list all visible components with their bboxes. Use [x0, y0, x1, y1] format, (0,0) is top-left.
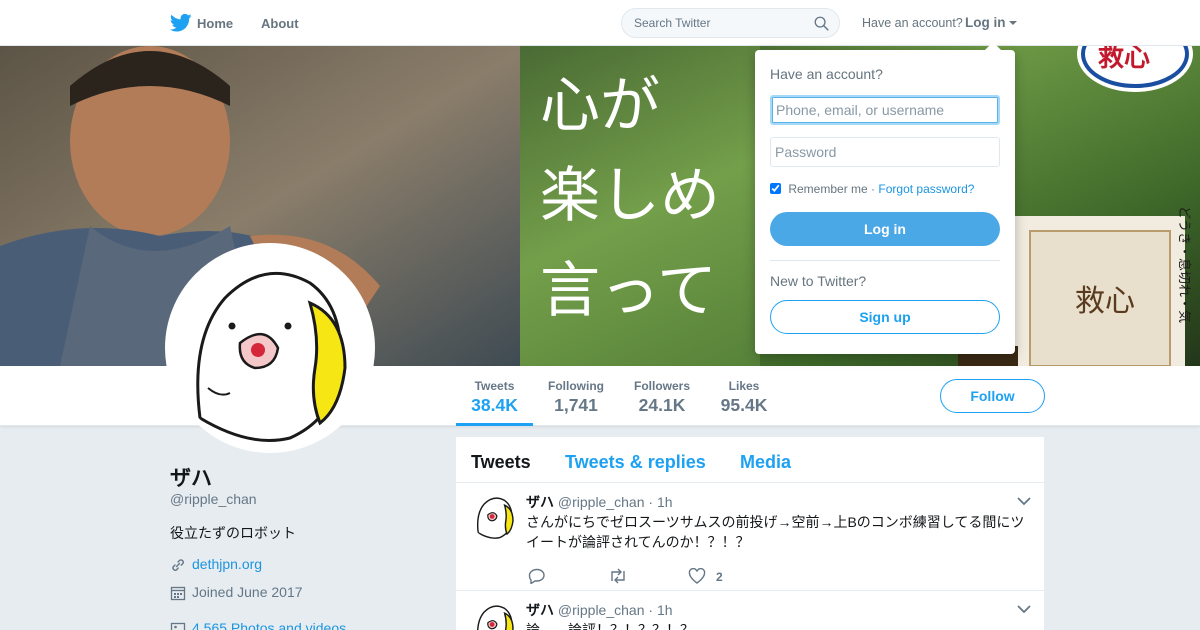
login-button[interactable]: Log in: [770, 212, 1000, 246]
forgot-password-link[interactable]: Forgot password?: [878, 182, 974, 196]
stat-value: 24.1K: [638, 395, 686, 415]
search-input[interactable]: [622, 9, 802, 37]
login-toggle-label: Log in: [965, 15, 1006, 30]
timeline: Tweets Tweets & replies Media ザハ @ripple…: [456, 437, 1044, 630]
stat-value: 1,741: [554, 395, 598, 415]
timeline-tabs: Tweets Tweets & replies Media: [456, 437, 1044, 483]
stat-likes[interactable]: Likes 95.4K: [712, 366, 776, 426]
like-count: 2: [716, 570, 723, 584]
have-account-text: Have an account?: [862, 16, 963, 30]
tweet[interactable]: ザハ @ripple_chan · 1h 論……論評！？！？？！？: [456, 592, 1044, 630]
search-icon[interactable]: [814, 16, 829, 31]
calendar-icon: [170, 586, 186, 601]
tweet-author-name[interactable]: ザハ: [526, 494, 554, 510]
bird-avatar-image: [170, 248, 370, 448]
divider: [770, 260, 1000, 261]
bird-avatar-image: [471, 492, 519, 540]
nav-home-link[interactable]: Home: [197, 16, 233, 31]
banner-vertical-text: どうき・息切れ・気: [1176, 206, 1192, 323]
search-box: [621, 8, 840, 38]
new-to-twitter-text: New to Twitter?: [770, 273, 867, 289]
avatar[interactable]: [165, 243, 375, 453]
banner-badge-text: 救心: [1098, 46, 1150, 73]
remember-row: Remember me · Forgot password?: [770, 182, 974, 196]
tweet-time[interactable]: · 1h: [648, 602, 672, 618]
tweet-time[interactable]: · 1h: [648, 494, 672, 510]
reply-icon[interactable]: [528, 568, 546, 584]
chevron-down-icon[interactable]: [1017, 496, 1031, 506]
tweet-header: ザハ @ripple_chan · 1h: [526, 492, 673, 512]
photos-link[interactable]: 4,565 Photos and videos: [192, 620, 346, 630]
tweet-author-handle[interactable]: @ripple_chan: [558, 494, 645, 510]
profile-bio: 役立たずのロボット: [170, 525, 296, 541]
stat-value: 38.4K: [471, 395, 518, 415]
joined-date: Joined June 2017: [192, 584, 303, 600]
username-field[interactable]: [770, 95, 1000, 125]
tweet-header: ザハ @ripple_chan · 1h: [526, 600, 673, 620]
login-dropdown: Have an account? Remember me · Forgot pa…: [755, 42, 1015, 354]
top-nav: Home About Have an account? Log in: [0, 0, 1200, 46]
chevron-down-icon[interactable]: [1017, 604, 1031, 614]
tab-tweets[interactable]: Tweets: [471, 452, 531, 473]
banner-box-text: 救心: [1075, 284, 1135, 319]
password-field[interactable]: [770, 137, 1000, 167]
separator: ·: [871, 182, 876, 196]
profile-handle: @ripple_chan: [170, 491, 257, 507]
dropdown-title: Have an account?: [770, 66, 883, 82]
stat-following[interactable]: Following 1,741: [540, 366, 612, 426]
tweet-author-name[interactable]: ザハ: [526, 602, 554, 618]
tweet-avatar[interactable]: [471, 600, 519, 630]
stat-label: Likes: [728, 379, 760, 393]
nav-about-link[interactable]: About: [261, 16, 299, 31]
photo-icon: [170, 622, 186, 630]
stat-value: 95.4K: [720, 395, 768, 415]
remember-label[interactable]: Remember me: [788, 182, 867, 196]
signup-button[interactable]: Sign up: [770, 300, 1000, 334]
caret-down-icon: [1008, 21, 1017, 26]
stat-followers[interactable]: Followers 24.1K: [626, 366, 698, 426]
website-link[interactable]: dethjpn.org: [192, 556, 262, 572]
tweet[interactable]: ザハ @ripple_chan · 1h さんがにちでゼロスーツサムスの前投げ→…: [456, 484, 1044, 591]
tweet-text: 論……論評！？！？？！？: [526, 622, 694, 630]
dropdown-arrow: [985, 42, 1001, 50]
link-icon: [172, 559, 184, 571]
tab-media[interactable]: Media: [740, 452, 791, 473]
banner-text-line-1: 心が: [540, 71, 660, 141]
stat-tweets[interactable]: Tweets 38.4K: [456, 366, 533, 426]
stat-label: Followers: [633, 379, 690, 393]
follow-button[interactable]: Follow: [940, 379, 1045, 413]
tweet-author-handle[interactable]: @ripple_chan: [558, 602, 645, 618]
profile-name: ザハ: [170, 467, 212, 490]
remember-checkbox[interactable]: [770, 183, 781, 194]
twitter-bird-icon[interactable]: [170, 13, 192, 33]
bird-avatar-image: [471, 600, 519, 630]
login-dropdown-toggle[interactable]: Log in: [965, 15, 1017, 30]
tweet-avatar[interactable]: [471, 492, 519, 540]
stat-label: Tweets: [474, 379, 515, 393]
heart-icon[interactable]: [688, 568, 706, 584]
retweet-icon[interactable]: [608, 568, 628, 584]
stat-label: Following: [548, 379, 604, 393]
tweet-text: さんがにちでゼロスーツサムスの前投げ→空前→上Bのコンボ練習してる間にツイートが…: [526, 514, 1025, 550]
tab-tweets-replies[interactable]: Tweets & replies: [565, 452, 706, 473]
banner-text-line-2: 楽しめ: [540, 161, 720, 231]
banner-text-line-3: 言って: [540, 256, 717, 326]
